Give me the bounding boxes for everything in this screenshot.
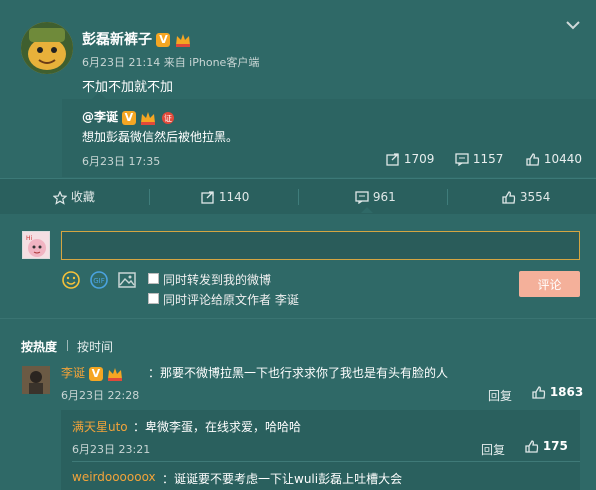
original-author-name[interactable]: @李诞 [82, 110, 118, 124]
verified-badge-icon: V [156, 33, 171, 47]
original-date[interactable]: 6月23日 17:35 [82, 153, 160, 169]
action-divider [447, 189, 448, 205]
original-forward-stat[interactable]: 1709 [386, 152, 434, 166]
post-author[interactable]: 彭磊新裤子 V [82, 29, 191, 49]
sub-comment-date: 6月23日 23:21 [72, 443, 151, 456]
sub-comment-divider [72, 461, 580, 462]
commenter-name-text[interactable]: 李诞 [61, 366, 85, 380]
vip-crown-icon [175, 34, 190, 47]
sub-comment-like-button[interactable]: 175 [525, 439, 568, 453]
svg-text:Hi: Hi [26, 235, 33, 242]
submit-comment-button[interactable]: 评论 [519, 271, 580, 297]
sort-by-time-tab[interactable]: 按时间 [77, 338, 113, 355]
comment-like-button[interactable]: 1863 [532, 385, 583, 399]
author-name[interactable]: 彭磊新裤子 [82, 32, 152, 48]
comment-text: ：那要不微博拉黑一下也行求求你了我也是有头有脸的人 [148, 366, 449, 380]
original-like-stat[interactable]: 10440 [526, 152, 582, 166]
certified-badge-icon: 证 [161, 111, 174, 124]
forward-count: 1140 [218, 190, 250, 204]
comment-date: 6月23日 22:28 [61, 389, 140, 402]
star-icon [53, 190, 67, 205]
svg-text:证: 证 [164, 114, 172, 123]
author-avatar[interactable] [21, 22, 73, 74]
original-forward-count: 1709 [403, 152, 435, 166]
original-comment-count: 1157 [472, 152, 504, 166]
forward-button[interactable]: 1140 [201, 179, 249, 215]
chevron-down-icon[interactable] [566, 20, 580, 30]
original-text: 想加彭磊微信然后被他拉黑。 [82, 130, 239, 144]
vip-crown-icon [107, 367, 122, 381]
original-comment-stat[interactable]: 1157 [455, 152, 503, 166]
gif-icon[interactable]: GIF [89, 270, 109, 290]
svg-text:GIF: GIF [93, 277, 105, 285]
verified-badge-icon: V [121, 110, 136, 125]
action-divider [298, 189, 299, 205]
commenter-name[interactable]: 李诞 V [61, 364, 123, 381]
also-repost-label: 同时转发到我的微博 [163, 273, 272, 287]
sub-commenter-name[interactable]: weirdoooooox [72, 470, 156, 484]
thumbs-up-icon [525, 440, 539, 453]
like-button[interactable]: 3554 [502, 179, 550, 215]
commenter-avatar[interactable] [22, 366, 50, 394]
thumbs-up-icon [502, 191, 516, 204]
action-divider [149, 189, 150, 205]
comment-original-label: 同时评论给原文作者 李诞 [163, 293, 299, 307]
sub-reply-button[interactable]: 回复 [481, 441, 505, 458]
section-divider [0, 318, 596, 319]
thumbs-up-icon [532, 386, 546, 399]
sort-divider [67, 340, 68, 351]
comment-icon [455, 153, 469, 166]
forward-icon [386, 153, 399, 166]
sub-comment-like-count: 175 [542, 439, 568, 453]
also-repost-checkbox[interactable] [148, 273, 159, 284]
comment-icon [355, 191, 369, 204]
forward-icon [201, 191, 214, 204]
reply-button[interactable]: 回复 [488, 387, 512, 404]
image-icon[interactable] [117, 270, 137, 290]
vip-crown-icon [140, 111, 155, 125]
current-user-avatar[interactable]: Hi [22, 231, 50, 259]
comment-like-count: 1863 [549, 385, 584, 399]
verified-badge-icon: V [88, 366, 103, 381]
repost-pointer [92, 92, 106, 99]
sub-commenter-name[interactable]: 满天星uto [72, 418, 128, 435]
thumbs-up-icon [526, 153, 540, 166]
post-meta: 6月23日 21:14 来自 iPhone客户端 [82, 56, 260, 69]
sub-comment-text: ：诞诞要不要考虑一下让wuli彭磊上吐槽大会 [162, 472, 403, 486]
favorite-label: 收藏 [70, 190, 95, 204]
sort-by-hot-tab[interactable]: 按热度 [21, 338, 57, 355]
comment-original-checkbox[interactable] [148, 293, 159, 304]
active-tab-caret [361, 207, 373, 213]
comment-input[interactable] [61, 231, 580, 260]
emoji-icon[interactable] [61, 270, 81, 290]
sub-comment-text: ：卑微李蛋，在线求爱，哈哈哈 [133, 420, 302, 434]
original-author[interactable]: @李诞 V 证 [82, 108, 176, 125]
original-like-count: 10440 [543, 152, 583, 166]
favorite-button[interactable]: 收藏 [53, 179, 95, 215]
like-count: 3554 [519, 190, 551, 204]
post-action-bar: 收藏 1140 961 3554 [0, 178, 596, 214]
comment-count: 961 [372, 190, 396, 204]
